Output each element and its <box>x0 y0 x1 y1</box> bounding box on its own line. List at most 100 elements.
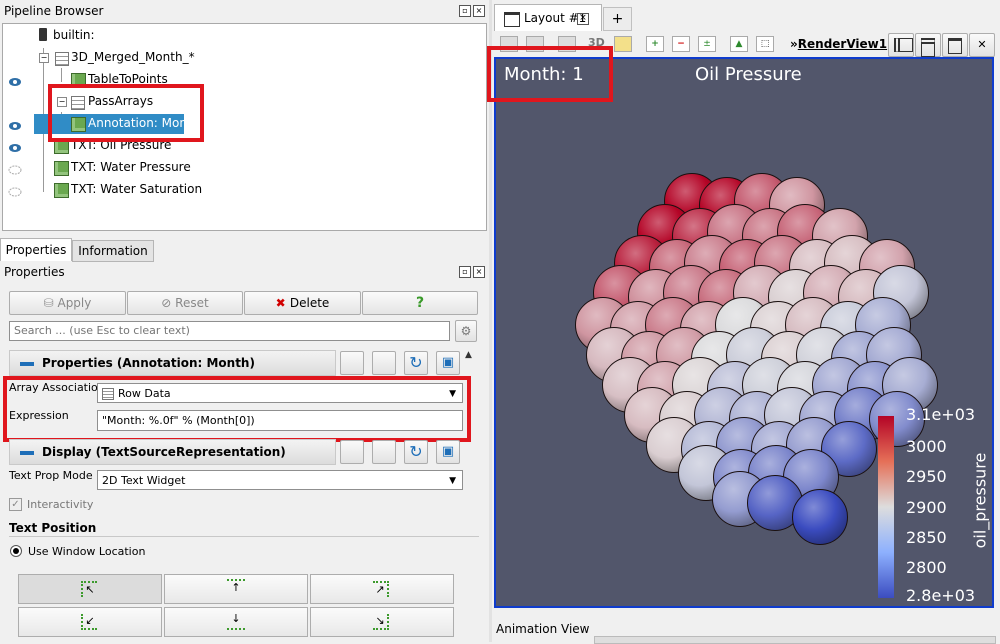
copy-icon[interactable] <box>340 440 364 464</box>
colorbar-tick: 2900 <box>906 498 947 517</box>
delete-icon: ✖ <box>275 296 290 310</box>
save-icon[interactable]: ▣ <box>436 440 460 464</box>
reset-button[interactable]: ⊘ Reset <box>127 291 243 315</box>
arrow-upper-left-icon: ↖ <box>81 581 97 597</box>
colorbar <box>878 416 894 598</box>
close-icon[interactable]: × <box>473 5 485 17</box>
split-horizontal-icon[interactable] <box>888 33 914 57</box>
dataset-cube-icon <box>54 183 69 198</box>
select-cells-minus-icon[interactable]: − <box>672 36 690 52</box>
colorbar-tick: 2800 <box>906 558 947 577</box>
collapse-icon[interactable]: − <box>39 53 49 63</box>
server-icon <box>39 28 47 41</box>
animation-view-bar <box>594 636 996 644</box>
close-view-icon[interactable]: ✕ <box>969 33 995 57</box>
float-icon[interactable]: ▫ <box>459 5 471 17</box>
text-prop-mode-select[interactable]: 2D Text Widget ▼ <box>97 470 463 490</box>
position-upper-left-button[interactable]: ↖ <box>18 574 162 604</box>
colorbar-tick-min: 2.8e+03 <box>906 586 976 605</box>
highlight-box-annotation <box>48 84 204 142</box>
help-button[interactable]: ? <box>362 291 478 315</box>
section-display-header[interactable]: Display (TextSourceRepresentation) <box>9 439 336 465</box>
colorbar-tick: 2950 <box>906 467 947 486</box>
paste-icon[interactable] <box>372 440 396 464</box>
tab-information[interactable]: Information <box>72 240 154 262</box>
arrow-up-icon: ↑ <box>227 579 245 597</box>
save-icon[interactable]: ▣ <box>436 351 460 375</box>
help-icon: ? <box>415 295 425 311</box>
table-icon <box>55 52 69 66</box>
animation-view-label: Animation View <box>496 622 590 636</box>
layout-tab[interactable]: Layout #1 × <box>494 4 602 31</box>
close-tab-icon[interactable]: × <box>577 13 589 25</box>
refresh-icon[interactable]: ↻ <box>404 440 428 464</box>
copy-icon[interactable] <box>340 351 364 375</box>
text-position-heading: Text Position <box>9 521 97 535</box>
scrollbar-up-arrow[interactable]: ▲ <box>465 350 472 360</box>
pipeline-window-buttons: ▫ × <box>459 5 485 17</box>
select-cells-plus-icon[interactable]: + <box>646 36 664 52</box>
highlight-box-month <box>487 46 613 102</box>
render-view-name[interactable]: »RenderView1 <box>790 37 887 51</box>
maximize-icon[interactable] <box>942 33 968 57</box>
use-window-location-label: Use Window Location <box>28 545 146 558</box>
arrow-upper-right-icon: ↗ <box>373 581 389 597</box>
colorbar-tick: 2850 <box>906 528 947 547</box>
window-icon <box>504 12 520 27</box>
delete-button[interactable]: ✖ Delete <box>244 291 361 315</box>
arrow-lower-right-icon: ↘ <box>373 614 389 630</box>
position-lower-left-button[interactable]: ↙ <box>18 607 162 637</box>
position-lower-right-button[interactable]: ↘ <box>310 607 454 637</box>
visibility-eye-icon[interactable] <box>8 76 22 86</box>
double-chevron-icon: » <box>790 37 798 51</box>
tree-item-3d-merged-month[interactable]: 3D_Merged_Month_* <box>71 47 195 67</box>
visibility-eye-icon[interactable] <box>8 120 22 130</box>
pressure-sphere <box>792 489 848 545</box>
reset-icon: ⊘ <box>161 296 176 310</box>
select-points-icon[interactable]: ± <box>698 36 716 52</box>
position-upper-center-button[interactable]: ↑ <box>164 574 308 604</box>
hidden-eye-icon[interactable] <box>8 186 22 197</box>
chevron-down-icon: ▼ <box>449 476 456 486</box>
highlight-box-properties <box>3 376 471 442</box>
split-vertical-icon[interactable] <box>915 33 941 57</box>
use-window-location-radio[interactable] <box>10 545 22 557</box>
close-icon[interactable]: × <box>473 266 485 278</box>
position-lower-center-button[interactable]: ↓ <box>164 607 308 637</box>
properties-window-buttons: ▫ × <box>459 266 485 278</box>
dataset-cube-icon <box>54 161 69 176</box>
interactive-select-icon[interactable]: ▲ <box>730 36 748 52</box>
refresh-icon[interactable]: ↻ <box>404 351 428 375</box>
separator-line <box>9 536 479 537</box>
search-input[interactable] <box>9 321 450 341</box>
pipeline-browser-title: Pipeline Browser <box>4 4 104 18</box>
add-layout-tab-button[interactable]: + <box>603 7 632 31</box>
arrow-lower-left-icon: ↙ <box>81 614 97 630</box>
tree-item-builtin[interactable]: builtin: <box>53 25 95 45</box>
zoom-box-icon[interactable] <box>614 36 632 52</box>
apply-button[interactable]: ⛁ Apply <box>9 291 126 315</box>
tree-item-txt-water-pressure[interactable]: TXT: Water Pressure <box>71 157 191 177</box>
collapse-bar-icon <box>20 450 34 455</box>
tree-item-txt-water-saturation[interactable]: TXT: Water Saturation <box>71 179 202 199</box>
collapse-bar-icon <box>20 361 34 366</box>
text-prop-mode-label: Text Prop Mode <box>9 469 93 482</box>
clear-selection-icon[interactable]: ⬚ <box>756 36 774 52</box>
float-icon[interactable]: ▫ <box>459 266 471 278</box>
interactivity-label: Interactivity <box>27 498 94 511</box>
colorbar-tick-max: 3.1e+03 <box>906 405 976 424</box>
position-upper-right-button[interactable]: ↗ <box>310 574 454 604</box>
interactivity-checkbox[interactable]: ✓ <box>9 498 22 511</box>
visibility-eye-icon[interactable] <box>8 142 22 152</box>
apply-icon: ⛁ <box>43 296 58 310</box>
tab-properties[interactable]: Properties <box>0 238 72 261</box>
hidden-eye-icon[interactable] <box>8 164 22 175</box>
properties-title: Properties <box>4 265 65 279</box>
arrow-down-icon: ↓ <box>227 612 245 630</box>
section-properties-header[interactable]: Properties (Annotation: Month) <box>9 350 336 376</box>
colorbar-tick: 3000 <box>906 437 947 456</box>
render-view[interactable]: Month: 1 Oil Pressure 3.1e+03 3000 2950 … <box>494 57 994 608</box>
sphere-cluster <box>496 59 992 606</box>
advanced-settings-gear-icon[interactable]: ⚙ <box>455 320 477 342</box>
paste-icon[interactable] <box>372 351 396 375</box>
